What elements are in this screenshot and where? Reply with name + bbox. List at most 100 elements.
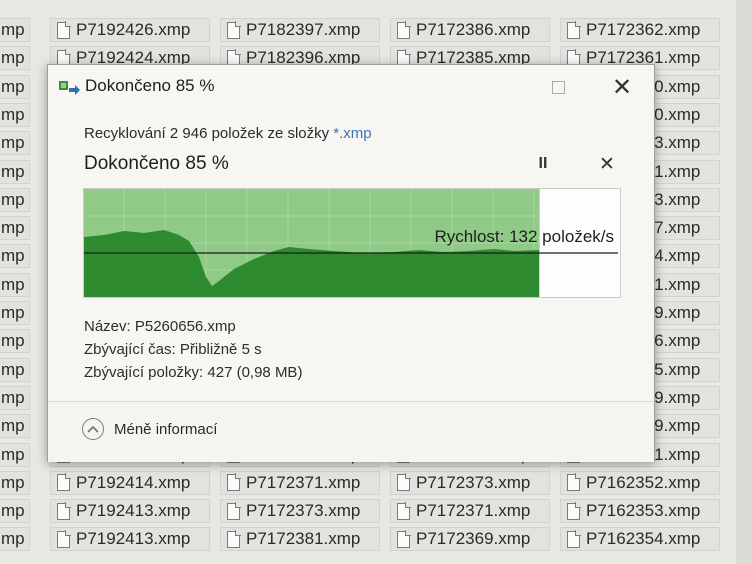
maximize-button[interactable] [536, 69, 580, 105]
window-title: Dokončeno 85 % [85, 76, 215, 95]
file-icon [57, 501, 71, 520]
file-item-partial[interactable]: mp [0, 329, 30, 354]
close-icon: ✕ [611, 73, 633, 101]
file-item-partial[interactable]: mp [0, 414, 30, 439]
file-item[interactable]: P7172381.xmp [220, 527, 380, 552]
file-icon [227, 473, 241, 492]
cancel-button[interactable]: ✕ [596, 153, 618, 175]
file-item-partial[interactable]: mp [0, 272, 30, 297]
file-item[interactable]: P7172362.xmp [560, 18, 720, 42]
file-name: P7192426.xmp [76, 20, 191, 39]
minimize-icon: — [500, 78, 516, 95]
file-name: P7192413.xmp [76, 529, 191, 549]
pause-button[interactable]: II [532, 153, 554, 175]
file-item[interactable]: P7172386.xmp [390, 18, 550, 42]
file-name: P7172362.xmp [586, 20, 701, 39]
file-name: P7172371.xmp [246, 472, 361, 492]
file-item[interactable]: P7172371.xmp [220, 470, 380, 495]
file-item[interactable]: P7182397.xmp [220, 18, 380, 42]
file-icon [397, 529, 411, 548]
pause-icon: II [538, 155, 548, 172]
file-name: P7172369.xmp [416, 529, 531, 549]
file-item-partial[interactable]: mp [0, 301, 30, 325]
file-item[interactable]: P7172373.xmp [390, 470, 550, 495]
file-item-partial[interactable]: mp [0, 357, 30, 382]
file-icon [227, 20, 241, 39]
file-item-partial[interactable]: mp [0, 159, 30, 184]
explorer-scrollbar[interactable] [736, 0, 752, 564]
file-item-partial[interactable]: mp [0, 102, 30, 127]
file-icon [397, 501, 411, 520]
file-icon [567, 473, 581, 492]
file-icon [57, 473, 71, 492]
file-item-partial[interactable]: mp [0, 385, 30, 410]
maximize-icon [551, 80, 565, 94]
file-name: P7182397.xmp [246, 20, 361, 39]
speed-graph: Rychlost: 132 položek/s [83, 188, 621, 298]
detail-row-items: Zbývající položky: 427 (0,98 MB) [84, 361, 302, 384]
file-name: P7192414.xmp [76, 472, 191, 492]
source-line: Recyklování 2 946 položek ze složky *.xm… [84, 125, 372, 142]
file-item-partial[interactable]: mp [0, 470, 30, 495]
file-item-partial[interactable]: mp [0, 216, 30, 241]
file-item[interactable]: P7192413.xmp [50, 527, 210, 552]
source-folder-link[interactable]: *.xmp [333, 125, 371, 142]
detail-value: 427 (0,98 MB) [207, 364, 303, 381]
recycle-progress-icon [59, 79, 81, 95]
file-icon [227, 501, 241, 520]
progress-dialog: Dokončeno 85 % — ✕ Recyklování 2 946 pol… [47, 64, 655, 462]
detail-label: Zbývající čas: [84, 341, 176, 358]
cancel-icon: ✕ [599, 153, 615, 175]
detail-value: Přibližně 5 s [179, 341, 262, 358]
file-icon [567, 20, 581, 39]
file-item[interactable]: P7192414.xmp [50, 470, 210, 495]
file-item[interactable]: P7162354.xmp [560, 527, 720, 552]
progress-heading: Dokončeno 85 % [84, 153, 229, 174]
file-item[interactable]: P7162352.xmp [560, 470, 720, 495]
file-icon [57, 20, 71, 39]
file-item-partial[interactable]: mp [0, 18, 30, 42]
less-info-button[interactable]: Méně informací [82, 418, 217, 440]
file-name: P7172381.xmp [246, 529, 361, 549]
file-icon [57, 529, 71, 548]
file-item-partial[interactable]: mp [0, 74, 30, 99]
minimize-button[interactable]: — [486, 69, 530, 105]
file-icon [397, 20, 411, 39]
file-item[interactable]: P7192426.xmp [50, 18, 210, 42]
file-item-partial[interactable]: mp [0, 187, 30, 212]
file-name: P7192413.xmp [76, 501, 191, 521]
file-item-partial[interactable]: mp [0, 131, 30, 156]
file-item[interactable]: P7162353.xmp [560, 499, 720, 524]
dialog-titlebar: Dokončeno 85 % — ✕ [48, 65, 654, 107]
close-button[interactable]: ✕ [600, 69, 644, 105]
file-item[interactable]: P7172373.xmp [220, 499, 380, 524]
file-item[interactable]: P7172369.xmp [390, 527, 550, 552]
source-prefix: Recyklování 2 946 položek ze složky [84, 125, 334, 142]
file-name: P7162354.xmp [586, 529, 701, 549]
file-icon [567, 501, 581, 520]
details-block: Název: P5260656.xmp Zbývající čas: Přibl… [84, 315, 302, 384]
file-name: P7162352.xmp [586, 472, 701, 492]
file-item-partial[interactable]: mp [0, 499, 30, 524]
detail-row-name: Název: P5260656.xmp [84, 315, 302, 338]
file-item-partial[interactable]: mp [0, 244, 30, 269]
file-item-partial[interactable]: mp [0, 442, 30, 467]
file-icon [227, 529, 241, 548]
file-item-partial[interactable]: mp [0, 46, 30, 71]
file-item-partial[interactable]: mp [0, 527, 30, 552]
chevron-up-icon [82, 418, 104, 440]
speed-label: Rychlost: 132 položek/s [434, 227, 614, 246]
file-name: P7172373.xmp [246, 501, 361, 521]
file-name: P7162353.xmp [586, 501, 701, 521]
detail-value: P5260656.xmp [134, 318, 236, 335]
dialog-footer: Méně informací [48, 401, 654, 462]
detail-row-time: Zbývající čas: Přibližně 5 s [84, 338, 302, 361]
detail-label: Zbývající položky: [84, 364, 204, 381]
file-icon [567, 529, 581, 548]
less-info-label: Méně informací [114, 420, 218, 438]
file-item[interactable]: P7172371.xmp [390, 499, 550, 524]
file-icon [397, 473, 411, 492]
file-name: P7172371.xmp [416, 501, 531, 521]
file-name: P7172373.xmp [416, 472, 531, 492]
file-item[interactable]: P7192413.xmp [50, 499, 210, 524]
